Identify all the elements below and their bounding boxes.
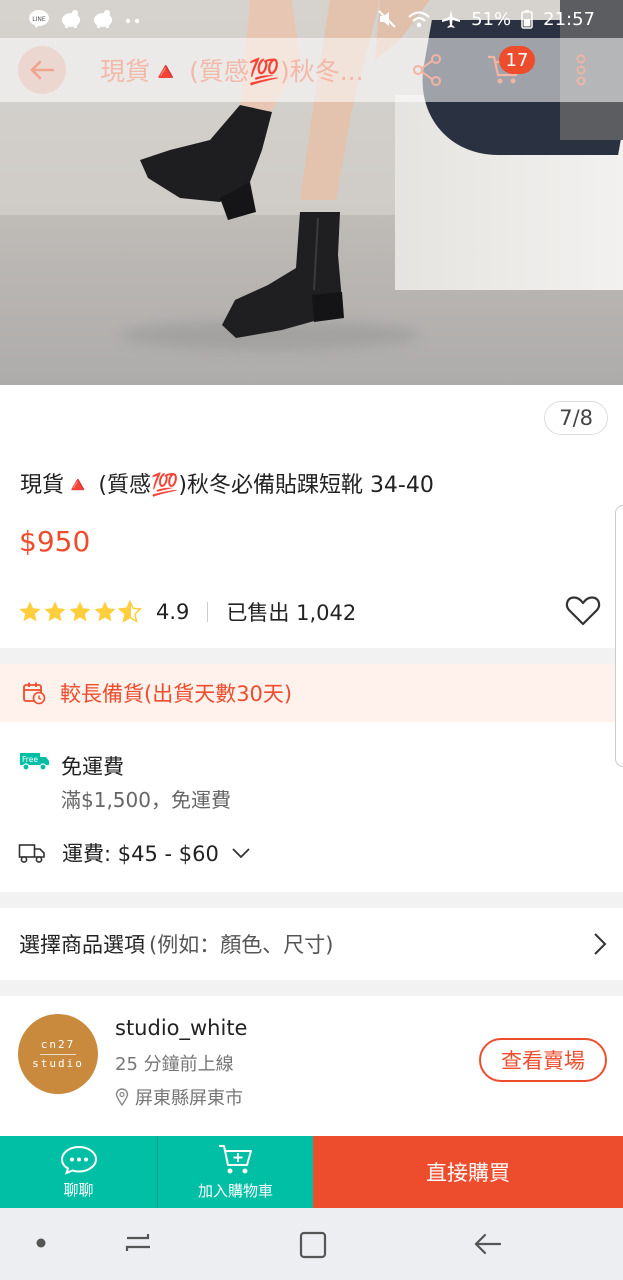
shop-name[interactable]: studio_white (115, 1016, 247, 1040)
add-to-cart-label: 加入購物車 (197, 1181, 273, 1200)
shipping-fee: 運費: $45 - $60 (62, 842, 219, 866)
bottom-action-bar: 聊聊 加入購物車 直接購買 (0, 1136, 623, 1208)
nav-dot-button[interactable] (34, 1236, 48, 1250)
svg-text:LINE: LINE (32, 16, 46, 23)
shop-last-online: 25 分鐘前上線 (115, 1054, 234, 1075)
options-label: 選擇商品選項 (19, 933, 145, 957)
home-square-icon (299, 1231, 327, 1259)
options-hint: (例如：顏色、尺寸) (149, 933, 334, 957)
buy-now-button[interactable]: 直接購買 (313, 1136, 623, 1208)
shop-location-text: 屏東縣屏東市 (135, 1088, 243, 1109)
app-bar-title: 現貨🔺 (質感💯)秋冬... (100, 57, 364, 86)
piggy-icon (60, 9, 82, 29)
view-shop-button[interactable]: 查看賣場 (479, 1038, 607, 1082)
product-price: $950 (19, 525, 91, 558)
share-icon (413, 54, 441, 86)
chat-label: 聊聊 (63, 1180, 94, 1199)
star-icon (69, 601, 91, 622)
calendar-clock-icon (23, 682, 46, 705)
dot-icon (36, 1238, 46, 1248)
recent-apps-button[interactable] (124, 1230, 154, 1258)
recent-apps-icon (125, 1234, 150, 1251)
line-icon: LINE (28, 9, 50, 29)
divider (207, 602, 209, 622)
shipping-fee-row[interactable]: 運費: $45 - $60 (18, 838, 251, 868)
star-icon (19, 601, 41, 622)
star-half-icon (118, 600, 142, 623)
more-dots-icon (124, 9, 142, 29)
status-bar: LINE 51% 21:57 (0, 0, 623, 38)
star-icon (94, 601, 116, 622)
battery-percent: 51% (471, 8, 512, 30)
rating-stars (18, 600, 142, 624)
shop-location: 屏東縣屏東市 (115, 1084, 243, 1110)
image-counter: 7/8 (544, 401, 608, 435)
airplane-icon (441, 9, 461, 29)
back-arrow-icon (474, 1233, 502, 1255)
add-to-cart-button[interactable]: 加入購物車 (157, 1136, 313, 1208)
wifi-icon (407, 9, 431, 29)
notice-text: 較長備貨(出貨天數30天) (60, 682, 293, 706)
heart-icon (565, 596, 601, 626)
truck-icon (18, 844, 45, 863)
chat-icon (60, 1145, 97, 1175)
select-options-row[interactable]: 選擇商品選項 (例如：顏色、尺寸) (0, 908, 623, 980)
home-button[interactable] (298, 1230, 328, 1260)
chat-button[interactable]: 聊聊 (0, 1136, 157, 1208)
free-badge-text: Free (22, 755, 38, 764)
battery-icon (521, 9, 533, 29)
add-cart-icon (218, 1144, 252, 1173)
star-icon (44, 601, 66, 622)
scroll-indicator (615, 505, 623, 767)
product-info: 7/8 現貨🔺 (質感💯)秋冬必備貼踝短靴 34-40 $950 4.9 已售出… (0, 385, 623, 648)
chevron-right-icon (594, 933, 607, 955)
back-nav-button[interactable] (472, 1230, 504, 1258)
shop-section: cn27 studio studio_white 25 分鐘前上線 屏東縣屏東市… (0, 996, 623, 1136)
piggy-icon (92, 9, 114, 29)
clock: 21:57 (543, 8, 595, 30)
system-nav-bar (0, 1208, 623, 1280)
shop-logo-line2: studio (32, 1056, 84, 1070)
like-button[interactable] (565, 595, 601, 631)
cart-count-badge: 17 (499, 46, 535, 74)
back-button[interactable] (18, 46, 66, 94)
more-vertical-icon (576, 54, 586, 86)
product-title: 現貨🔺 (質感💯)秋冬必備貼踝短靴 34-40 (20, 473, 434, 498)
shop-avatar[interactable]: cn27 studio (18, 1014, 98, 1094)
arrow-left-icon (30, 60, 55, 80)
free-shipping-title: 免運費 (61, 755, 124, 779)
mute-icon (377, 9, 397, 29)
location-pin-icon (115, 1088, 129, 1106)
sold-count: 已售出 1,042 (226, 601, 357, 625)
chevron-down-icon (232, 848, 250, 859)
shipping-section[interactable]: Free 免運費 滿$1,500，免運費 運費: $45 - $60 (0, 722, 623, 892)
rating-value: 4.9 (156, 600, 190, 624)
more-button[interactable] (568, 52, 594, 88)
shop-logo-divider (40, 1053, 76, 1055)
share-button[interactable] (410, 52, 444, 88)
free-shipping-icon: Free (18, 750, 50, 772)
shop-logo-line1: cn27 (40, 1037, 76, 1051)
rating-row[interactable]: 4.9 已售出 1,042 (18, 597, 356, 627)
free-shipping-condition: 滿$1,500，免運費 (61, 788, 231, 812)
preorder-notice: 較長備貨(出貨天數30天) (0, 664, 615, 722)
